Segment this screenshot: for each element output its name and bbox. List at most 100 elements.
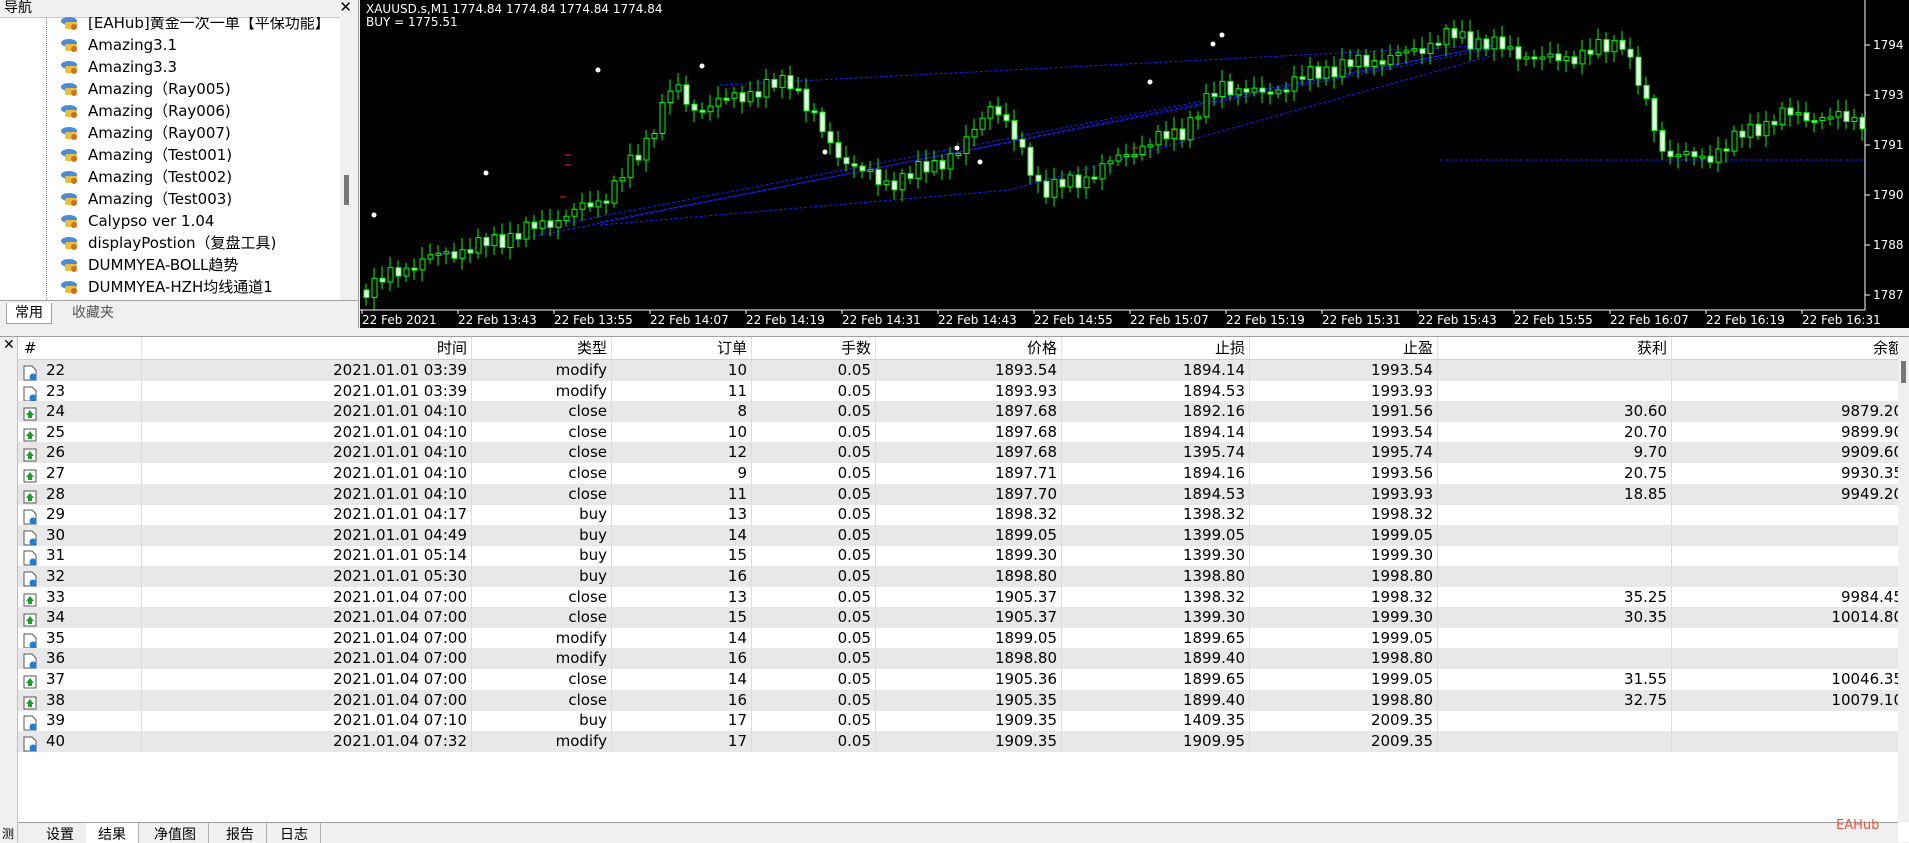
table-row[interactable]: 25 2021.01.01 04:10 close 10 0.05 1897.68 1894… bbox=[18, 421, 1898, 443]
chart-canvas[interactable]: 1794 1793 1791 1790 1788 1787 22 Feb 2021 22 Fe… bbox=[360, 0, 1909, 328]
cell-price: 1898.80 bbox=[876, 648, 1062, 670]
candle-body bbox=[1379, 60, 1386, 65]
expert-item[interactable]: Amazing（Test001) bbox=[60, 144, 232, 166]
tab-terminal[interactable]: 日志 bbox=[268, 823, 321, 843]
column-header[interactable]: 止盈 bbox=[1250, 337, 1438, 359]
cell-tp: 1995.74 bbox=[1250, 442, 1438, 464]
cell-type: buy bbox=[472, 545, 612, 567]
order-marker bbox=[698, 62, 706, 70]
cell-type: modify bbox=[472, 360, 612, 381]
candle-body bbox=[1587, 49, 1594, 55]
expert-advisor-icon bbox=[61, 171, 77, 184]
candle-body bbox=[483, 237, 490, 247]
cell-n: 34 bbox=[18, 607, 142, 629]
candle-body bbox=[723, 97, 730, 101]
tab-terminal[interactable]: 报告 bbox=[214, 823, 267, 843]
cell-time: 2021.01.01 04:10 bbox=[142, 483, 472, 505]
table-row[interactable]: 23 2021.01.01 03:39 modify 11 0.05 1893.93 189… bbox=[18, 380, 1898, 402]
cell-time: 2021.01.04 07:32 bbox=[142, 730, 472, 752]
cell-tp: 1999.30 bbox=[1250, 545, 1438, 567]
cell-lots: 0.05 bbox=[752, 566, 876, 587]
table-row[interactable]: 37 2021.01.04 07:00 close 14 0.05 1905.36 1899… bbox=[18, 669, 1898, 690]
table-row[interactable]: 38 2021.01.04 07:00 close 16 0.05 1905.35 1899… bbox=[18, 689, 1898, 711]
tab-terminal[interactable]: 设置 bbox=[34, 823, 87, 843]
table-row[interactable]: 39 2021.01.04 07:10 buy 17 0.05 1909.35 1409.3… bbox=[18, 710, 1898, 732]
table-scrollbar[interactable] bbox=[1898, 337, 1909, 822]
panel-splitter[interactable] bbox=[0, 328, 1909, 337]
time-label: 22 Feb 16:07 bbox=[1610, 313, 1689, 327]
table-row[interactable]: 36 2021.01.04 07:00 modify 16 0.05 1898.80 189… bbox=[18, 648, 1898, 670]
table-row[interactable]: 34 2021.01.04 07:00 close 15 0.05 1905.37 1399… bbox=[18, 607, 1898, 629]
time-label: 22 Feb 13:43 bbox=[458, 313, 537, 327]
table-row[interactable]: 29 2021.01.01 04:17 buy 13 0.05 1898.32 1398.3… bbox=[18, 504, 1898, 526]
close-icon[interactable]: ✕ bbox=[339, 0, 352, 16]
table-row[interactable]: 26 2021.01.01 04:10 close 12 0.05 1897.68 1395… bbox=[18, 442, 1898, 464]
tab-common[interactable]: 常用 bbox=[6, 303, 52, 324]
expert-item[interactable]: Amazing（Test002) bbox=[60, 166, 232, 188]
expert-advisor-icon bbox=[61, 17, 77, 30]
candle-body bbox=[451, 251, 458, 259]
candle-body bbox=[1731, 130, 1738, 152]
close-icon[interactable]: ✕ bbox=[3, 337, 15, 353]
candle-body bbox=[1851, 116, 1858, 122]
expert-item[interactable]: Amazing（Ray006) bbox=[60, 100, 231, 122]
expert-item[interactable]: Amazing（Test003) bbox=[60, 188, 232, 210]
table-row[interactable]: 31 2021.01.01 05:14 buy 15 0.05 1899.30 1399.3… bbox=[18, 545, 1898, 567]
column-header[interactable]: 余额 bbox=[1672, 337, 1908, 359]
row-number: 35 bbox=[46, 628, 66, 647]
tab-terminal[interactable]: 净值图 bbox=[142, 823, 209, 843]
column-header[interactable]: 时间 bbox=[142, 337, 472, 359]
expert-item[interactable]: DUMMYEA-HZH均线通道1 bbox=[60, 276, 273, 298]
column-header[interactable]: 类型 bbox=[472, 337, 612, 359]
column-header[interactable]: 手数 bbox=[752, 337, 876, 359]
row-number: 27 bbox=[46, 464, 66, 482]
scroll-thumb[interactable] bbox=[1901, 361, 1906, 383]
column-header[interactable]: 订单 bbox=[612, 337, 752, 359]
table-row[interactable]: 24 2021.01.01 04:10 close 8 0.05 1897.68 1892.… bbox=[18, 401, 1898, 423]
price-chart[interactable]: 1794 1793 1791 1790 1788 1787 22 Feb 2021 22 Fe… bbox=[360, 0, 1909, 328]
expert-item-label: DUMMYEA-BOLL趋势 bbox=[88, 256, 239, 274]
table-row[interactable]: 28 2021.01.01 04:10 close 11 0.05 1897.70 1894… bbox=[18, 483, 1898, 505]
scroll-thumb[interactable] bbox=[344, 175, 349, 205]
table-row[interactable]: 27 2021.01.01 04:10 close 9 0.05 1897.71 1894.… bbox=[18, 463, 1898, 484]
modify-order-icon bbox=[23, 736, 37, 752]
candle-body bbox=[1235, 88, 1242, 96]
cell-sl: 1399.30 bbox=[1062, 545, 1250, 567]
column-header[interactable]: 价格 bbox=[876, 337, 1062, 359]
cell-sl: 1395.74 bbox=[1062, 442, 1250, 464]
table-row[interactable]: 40 2021.01.04 07:32 modify 17 0.05 1909.35 190… bbox=[18, 730, 1898, 752]
cell-profit: 20.70 bbox=[1438, 421, 1672, 443]
candle-body bbox=[467, 249, 474, 254]
cell-n: 35 bbox=[18, 627, 142, 649]
expert-item-label: Amazing3.1 bbox=[88, 36, 177, 54]
cell-lots: 0.05 bbox=[752, 504, 876, 526]
expert-item[interactable]: DUMMYEA-BOLL趋势 bbox=[60, 254, 238, 276]
candle-body bbox=[875, 169, 882, 185]
table-row[interactable]: 30 2021.01.01 04:49 buy 14 0.05 1899.05 1399.0… bbox=[18, 524, 1898, 546]
time-label: 22 Feb 14:55 bbox=[1034, 313, 1113, 327]
expert-item[interactable]: Amazing（Ray005) bbox=[60, 78, 231, 100]
column-header[interactable]: 获利 bbox=[1438, 337, 1672, 359]
column-header[interactable]: # bbox=[18, 337, 142, 359]
expert-item[interactable]: [EAHub]黄金一次一单【平保功能】 bbox=[60, 17, 330, 34]
table-row[interactable]: 22 2021.01.01 03:39 modify 10 0.05 1893.54 189… bbox=[18, 360, 1898, 381]
expert-item[interactable]: displayPostion（复盘工具) bbox=[60, 232, 276, 254]
table-row[interactable]: 35 2021.01.04 07:00 modify 14 0.05 1899.05 189… bbox=[18, 627, 1898, 649]
expert-item[interactable]: Amazing（Ray007) bbox=[60, 122, 231, 144]
table-row[interactable]: 32 2021.01.01 05:30 buy 16 0.05 1898.80 1398.8… bbox=[18, 566, 1898, 587]
expert-item[interactable]: Amazing3.3 bbox=[60, 56, 177, 78]
cell-order: 10 bbox=[612, 360, 752, 381]
navigator-scrollbar[interactable] bbox=[340, 17, 358, 300]
modify-order-icon bbox=[23, 633, 37, 649]
expert-item[interactable]: Calypso ver 1.04 bbox=[60, 210, 214, 232]
candle-body bbox=[795, 88, 802, 92]
table-row[interactable]: 33 2021.01.04 07:00 close 13 0.05 1905.37 1398… bbox=[18, 586, 1898, 608]
candle-body bbox=[363, 289, 370, 298]
buy-order-icon bbox=[23, 530, 37, 546]
expert-tree: [EAHub]黄金一次一单【平保功能】 Amazing3.1 Amazing3.3 A… bbox=[0, 17, 340, 300]
tab-favorites[interactable]: 收藏夹 bbox=[64, 303, 122, 323]
cell-type: close bbox=[472, 442, 612, 464]
tab-terminal[interactable]: 结果 bbox=[86, 823, 139, 843]
column-header[interactable]: 止损 bbox=[1062, 337, 1250, 359]
expert-item[interactable]: Amazing3.1 bbox=[60, 34, 177, 56]
